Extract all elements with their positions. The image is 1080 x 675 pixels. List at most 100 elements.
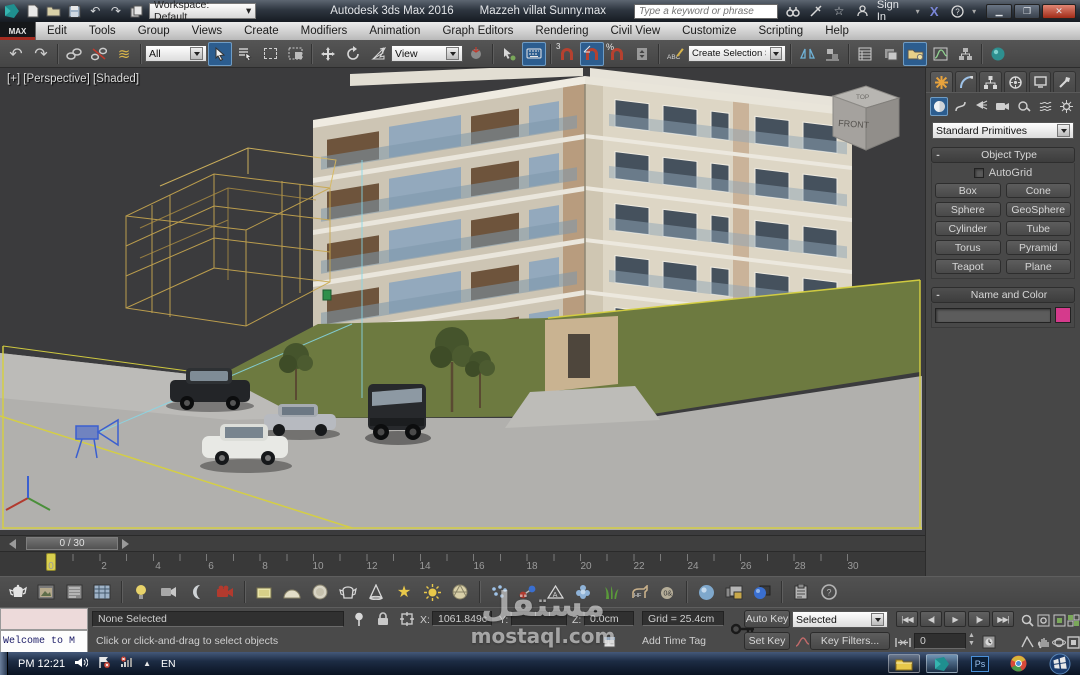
sign-in-label[interactable]: Sign In xyxy=(877,0,910,23)
play-button[interactable]: ▶ xyxy=(944,611,966,627)
previous-frame-arrow[interactable] xyxy=(4,539,16,549)
cameras-icon[interactable] xyxy=(994,97,1012,116)
taskbar-clock[interactable]: PM 12:21 xyxy=(18,658,65,670)
menu-civil-view[interactable]: Civil View xyxy=(599,22,671,40)
help-circle-icon[interactable]: ? xyxy=(817,580,841,604)
key-mode-toggle-icon[interactable] xyxy=(894,633,912,651)
create-tab[interactable] xyxy=(930,71,953,92)
pyramid-a-icon[interactable]: A xyxy=(543,580,567,604)
moon-icon[interactable] xyxy=(185,580,209,604)
sun-icon[interactable] xyxy=(420,580,444,604)
select-and-manipulate-icon[interactable] xyxy=(497,42,521,66)
menu-rendering[interactable]: Rendering xyxy=(524,22,599,40)
maxscript-mini-listener[interactable]: Welcome to M xyxy=(0,630,88,653)
close-button[interactable]: ✕ xyxy=(1042,3,1077,19)
menu-customize[interactable]: Customize xyxy=(671,22,747,40)
sign-in-user-icon[interactable] xyxy=(854,3,871,19)
communication-center-icon[interactable] xyxy=(807,3,824,19)
workspace-dropdown[interactable]: Workspace: Default ▾ xyxy=(149,0,257,23)
scene-explorer-icon[interactable] xyxy=(878,42,902,66)
object-color-swatch[interactable] xyxy=(1055,307,1071,323)
teapot-render-icon[interactable] xyxy=(6,580,30,604)
explorer-taskbar-button[interactable] xyxy=(888,654,920,673)
rollout-collapse-icon[interactable]: - xyxy=(932,149,944,161)
use-pivot-point-center-icon[interactable] xyxy=(464,42,488,66)
autogrid-checkbox[interactable] xyxy=(973,168,984,178)
perspective-viewport[interactable]: FRONT TOP [+] [Perspective] [Shaded] xyxy=(0,68,925,535)
select-and-scale-icon[interactable] xyxy=(366,42,390,66)
object-type-rollout-header[interactable]: - Object Type xyxy=(931,147,1075,163)
menu-tools[interactable]: Tools xyxy=(78,22,127,40)
menu-views[interactable]: Views xyxy=(181,22,233,40)
grass-icon[interactable] xyxy=(599,580,623,604)
tube-button[interactable]: Tube xyxy=(1005,221,1071,236)
ribbon-toggle-icon[interactable] xyxy=(903,41,927,66)
key-curve-icon[interactable] xyxy=(793,633,811,651)
space-warps-icon[interactable] xyxy=(1036,97,1054,116)
plane-button[interactable]: Plane xyxy=(1005,259,1071,274)
save-file-icon[interactable] xyxy=(66,3,83,19)
menu-graph-editors[interactable]: Graph Editors xyxy=(431,22,524,40)
maximize-button[interactable]: ❐ xyxy=(1014,3,1041,19)
viewport-label[interactable]: [+] [Perspective] [Shaded] xyxy=(7,73,139,85)
max-application-button[interactable]: MAX xyxy=(0,22,36,40)
dome-primitive-icon[interactable] xyxy=(280,580,304,604)
undo-icon[interactable]: ↶ xyxy=(4,42,28,66)
star-icon[interactable]: ★ xyxy=(392,580,416,604)
time-slider[interactable]: 0 / 30 xyxy=(26,537,118,550)
utilities-tab[interactable] xyxy=(1053,71,1077,92)
menu-scripting[interactable]: Scripting xyxy=(747,22,814,40)
z-coord-field[interactable]: 0.0cm xyxy=(584,611,634,626)
help-dropdown-arrow[interactable]: ▾ xyxy=(972,7,976,16)
search-input[interactable] xyxy=(633,3,778,19)
systems-icon[interactable] xyxy=(1058,97,1076,116)
window-crossing-toggle-icon[interactable] xyxy=(283,42,307,66)
next-frame-button[interactable]: |▶ xyxy=(968,611,990,627)
3dsmax-taskbar-button[interactable] xyxy=(926,654,958,673)
sphere-box-icon[interactable] xyxy=(750,580,774,604)
selection-lock-icon[interactable] xyxy=(374,610,392,628)
menu-create[interactable]: Create xyxy=(233,22,290,40)
clipboard-icon[interactable] xyxy=(789,580,813,604)
search-binoculars-icon[interactable] xyxy=(784,3,801,19)
new-scene-icon[interactable] xyxy=(25,3,42,19)
teapot-button[interactable]: Teapot xyxy=(935,259,1001,274)
light-bulb-icon[interactable] xyxy=(129,580,153,604)
y-coord-field[interactable] xyxy=(511,611,567,626)
material-sphere-icon[interactable] xyxy=(694,580,718,604)
current-frame-field[interactable]: 0 xyxy=(914,633,966,649)
next-frame-arrow[interactable] xyxy=(122,539,134,549)
display-tab[interactable] xyxy=(1028,71,1052,92)
motion-tab[interactable] xyxy=(1004,71,1027,92)
network-icon[interactable] xyxy=(120,656,133,671)
menu-edit[interactable]: Edit xyxy=(36,22,78,40)
named-selection-dropdown[interactable]: Create Selection Se xyxy=(688,45,786,62)
cone-primitive-icon[interactable] xyxy=(364,580,388,604)
pyramid-button[interactable]: Pyramid xyxy=(1005,240,1071,255)
hoofed-animal-icon[interactable]: HF xyxy=(627,580,651,604)
go-to-end-button[interactable]: ▶▶| xyxy=(992,611,1014,627)
key-filters-button[interactable]: Key Filters... xyxy=(810,632,890,650)
select-and-rotate-icon[interactable] xyxy=(341,42,365,66)
select-and-move-icon[interactable] xyxy=(316,42,340,66)
hidden-icons-chevron[interactable]: ▲ xyxy=(143,659,151,668)
table-grid-icon[interactable] xyxy=(90,580,114,604)
add-time-tag[interactable]: Add Time Tag xyxy=(642,635,706,647)
select-and-link-icon[interactable] xyxy=(62,42,86,66)
unlink-selection-icon[interactable] xyxy=(87,42,111,66)
torus-button[interactable]: Torus xyxy=(935,240,1001,255)
primitive-category-dropdown[interactable]: Standard Primitives xyxy=(932,122,1074,139)
minimize-button[interactable]: ▁ xyxy=(986,3,1013,19)
keyboard-shortcut-override-icon[interactable] xyxy=(522,41,546,66)
curve-editor-icon[interactable] xyxy=(928,42,952,66)
blob-flower-icon[interactable] xyxy=(571,580,595,604)
edit-named-selection-sets-icon[interactable]: ABC xyxy=(663,42,687,66)
mirror-icon[interactable] xyxy=(795,42,819,66)
snap-toggle-3d-icon[interactable]: 3 xyxy=(555,42,579,66)
auto-key-button[interactable]: Auto Key xyxy=(744,610,790,628)
exchange-apps-icon[interactable]: X xyxy=(926,3,943,19)
menu-modifiers[interactable]: Modifiers xyxy=(290,22,359,40)
angle-snap-toggle-icon[interactable] xyxy=(580,41,604,66)
absolute-mode-icon[interactable] xyxy=(398,610,416,628)
selection-filter-dropdown[interactable]: All xyxy=(145,45,207,62)
